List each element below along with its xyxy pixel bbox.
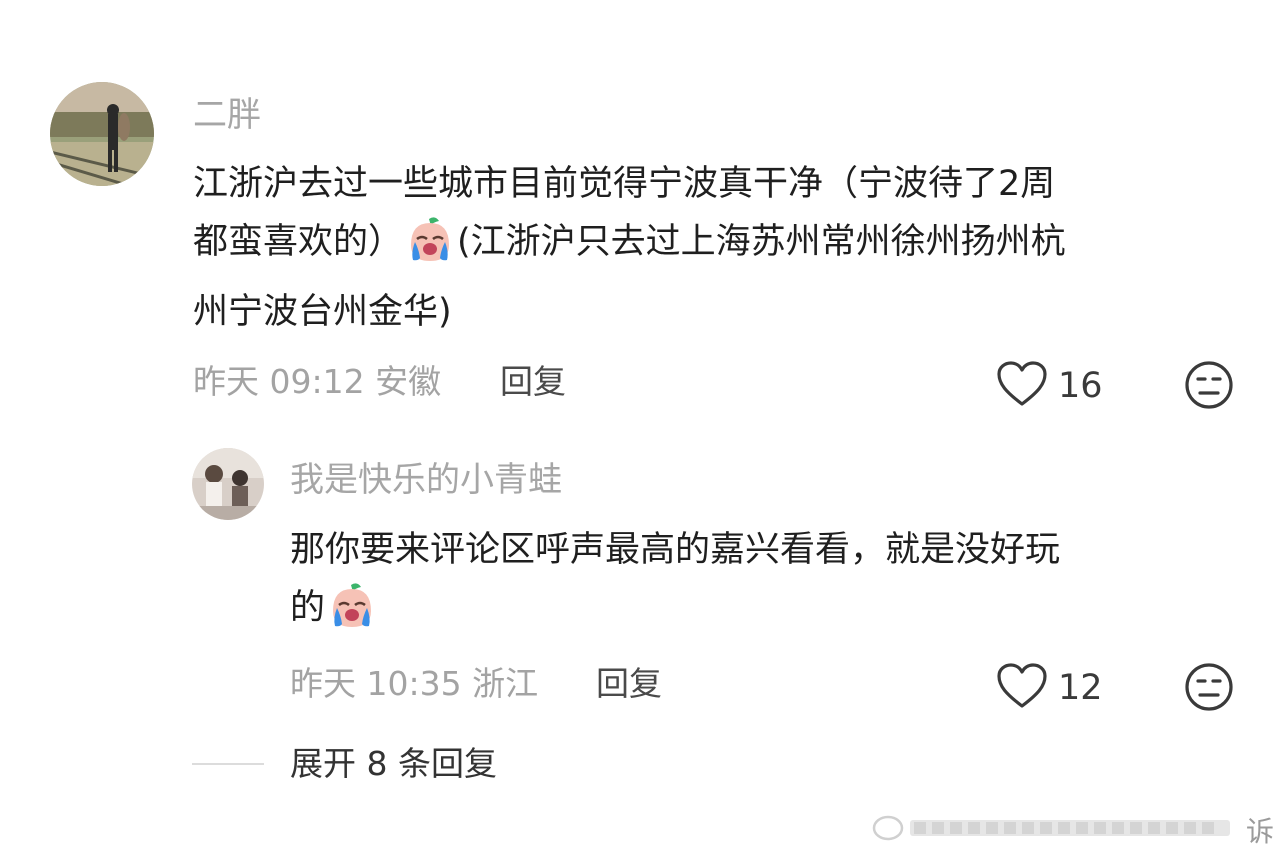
reply-text-segment: 的 <box>290 588 326 628</box>
reply-location: 浙江 <box>472 664 539 703</box>
heart-icon <box>996 662 1048 714</box>
comment-location: 安徽 <box>375 362 442 401</box>
reply-like-button[interactable]: 12 <box>996 662 1103 714</box>
comment-text-segment: (江浙沪只去过上海苏州常州徐州扬州杭 <box>457 222 1066 262</box>
expand-divider <box>192 763 264 765</box>
reply-meta: 昨天 10:35 浙江 <box>290 664 538 704</box>
heart-icon <box>996 360 1048 412</box>
neutral-face-icon <box>1184 361 1234 414</box>
comment-text: 江浙沪去过一些城市目前觉得宁波真干净（宁波待了2周 都蛮喜欢的） (江浙沪只去过… <box>193 155 1253 341</box>
crying-face-emoji-icon <box>327 581 377 649</box>
watermark-text: 诉 <box>1246 815 1275 848</box>
reply-button[interactable]: 回复 <box>500 362 566 402</box>
comment-text-line-1: 江浙沪去过一些城市目前觉得宁波真干净（宁波待了2周 <box>193 164 1056 204</box>
neutral-face-icon <box>1184 663 1234 716</box>
comment-text-segment: 都蛮喜欢的） <box>193 222 404 262</box>
crying-face-emoji-icon <box>405 215 455 283</box>
reply-text-line-1: 那你要来评论区呼声最高的嘉兴看看，就是没好玩 <box>290 530 1061 570</box>
user-avatar[interactable] <box>50 82 154 186</box>
reply-dislike-button[interactable] <box>1184 662 1234 716</box>
watermark: 诉 <box>870 810 1274 850</box>
reply-text-line-2: 的 <box>290 579 1250 649</box>
like-button[interactable]: 16 <box>996 360 1103 412</box>
reply-user-avatar[interactable] <box>192 448 264 520</box>
comment-time: 昨天 09:12 <box>193 362 365 401</box>
comment-username[interactable]: 二胖 <box>193 95 261 135</box>
dislike-button[interactable] <box>1184 360 1234 414</box>
reply-reply-button[interactable]: 回复 <box>596 664 662 704</box>
reply-text: 那你要来评论区呼声最高的嘉兴看看，就是没好玩 的 <box>290 521 1250 649</box>
expand-replies-button[interactable]: 展开 8 条回复 <box>290 744 497 784</box>
comment-text-line-2: 都蛮喜欢的） (江浙沪只去过上海苏州常州徐州扬州杭 <box>193 213 1253 283</box>
reply-username[interactable]: 我是快乐的小青蛙 <box>290 460 562 500</box>
comment-meta: 昨天 09:12 安徽 <box>193 362 441 402</box>
reply-like-count: 12 <box>1058 668 1103 708</box>
watermark-logo-icon <box>870 810 1240 850</box>
reply-time: 昨天 10:35 <box>290 664 462 703</box>
comment-text-line-3: 州宁波台州金华) <box>193 292 452 332</box>
like-count: 16 <box>1058 366 1103 406</box>
